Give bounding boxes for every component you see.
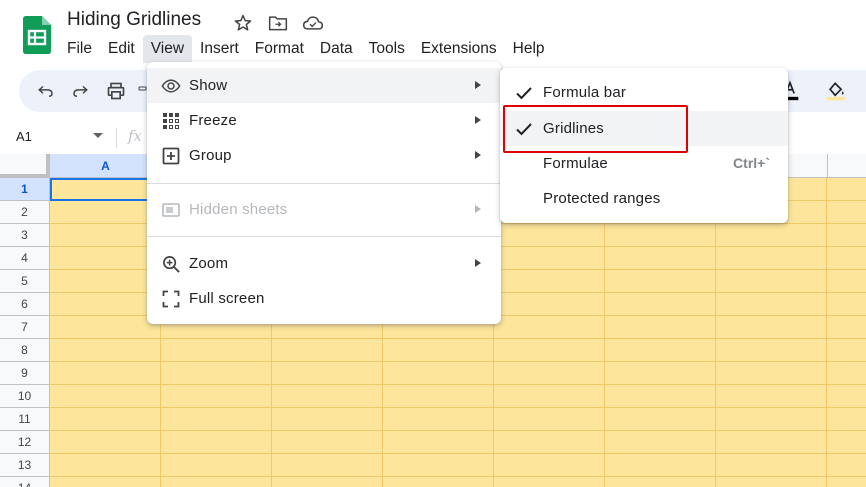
view-menu-hidden-sheets: Hidden sheets (147, 192, 501, 227)
undo-icon[interactable] (35, 80, 57, 102)
view-menu-zoom-label: Zoom (189, 255, 229, 272)
show-protected-ranges-label: Protected ranges (543, 190, 661, 207)
menu-divider (147, 183, 501, 184)
show-formula-bar-label: Formula bar (543, 84, 627, 101)
submenu-arrow-icon (475, 151, 481, 159)
check-icon (515, 85, 533, 101)
eye-icon (161, 76, 181, 96)
print-icon[interactable] (105, 80, 127, 102)
show-formulae-shortcut: Ctrl+` (733, 155, 770, 171)
view-menu-show-label: Show (189, 77, 228, 94)
row-header-6[interactable]: 6 (0, 293, 50, 316)
menu-extensions[interactable]: Extensions (413, 35, 505, 63)
view-menu-dropdown: Show Freeze Group Hidden sheets Zoom Ful… (147, 62, 501, 324)
star-icon[interactable] (232, 12, 254, 34)
row-header-7[interactable]: 7 (0, 316, 50, 339)
row-header-10[interactable]: 10 (0, 385, 50, 408)
name-box-value: A1 (16, 129, 32, 144)
view-menu-show[interactable]: Show (147, 68, 501, 103)
row-header-1[interactable]: 1 (0, 178, 50, 201)
sheets-logo-icon[interactable] (23, 16, 51, 54)
row-header-4[interactable]: 4 (0, 247, 50, 270)
view-menu-full-screen[interactable]: Full screen (147, 281, 501, 316)
row-header-11[interactable]: 11 (0, 408, 50, 431)
menu-divider (147, 236, 501, 237)
redo-icon[interactable] (69, 80, 91, 102)
hidden-sheet-icon (161, 200, 181, 220)
menu-help[interactable]: Help (505, 35, 553, 63)
view-menu-group[interactable]: Group (147, 138, 501, 173)
view-menu-hidden-sheets-label: Hidden sheets (189, 201, 288, 218)
row-header-8[interactable]: 8 (0, 339, 50, 362)
submenu-arrow-icon (475, 116, 481, 124)
view-menu-zoom[interactable]: Zoom (147, 246, 501, 281)
row-header-13[interactable]: 13 (0, 454, 50, 477)
select-all-corner[interactable] (0, 154, 50, 178)
document-title[interactable]: Hiding Gridlines (67, 9, 201, 31)
submenu-arrow-icon (475, 81, 481, 89)
submenu-arrow-icon (475, 259, 481, 267)
formula-divider (116, 128, 117, 148)
show-formulae-label: Formulae (543, 155, 608, 172)
menu-tools[interactable]: Tools (361, 35, 413, 63)
fill-color-icon[interactable] (825, 80, 847, 102)
freeze-grid-icon (161, 111, 181, 131)
row-header-5[interactable]: 5 (0, 270, 50, 293)
active-cell-a1[interactable] (50, 178, 162, 201)
show-protected-ranges[interactable]: Protected ranges (500, 181, 788, 216)
column-header-a[interactable]: A (50, 154, 162, 178)
row-header-12[interactable]: 12 (0, 431, 50, 454)
fx-icon: fx (128, 127, 143, 145)
fullscreen-icon (161, 289, 181, 309)
gridlines-highlight-annotation (503, 105, 688, 153)
view-menu-group-label: Group (189, 147, 232, 164)
view-menu-full-screen-label: Full screen (189, 290, 265, 307)
folder-move-icon[interactable] (267, 12, 289, 34)
chevron-down-icon[interactable] (93, 133, 103, 138)
view-menu-freeze-label: Freeze (189, 112, 237, 129)
view-menu-freeze[interactable]: Freeze (147, 103, 501, 138)
menu-data[interactable]: Data (312, 35, 361, 63)
row-header-9[interactable]: 9 (0, 362, 50, 385)
menu-file[interactable]: File (59, 35, 100, 63)
zoom-in-icon (161, 254, 181, 274)
row-header-14[interactable]: 14 (0, 477, 50, 487)
menu-format[interactable]: Format (247, 35, 312, 63)
cloud-saved-icon[interactable] (302, 12, 324, 34)
column-header[interactable] (828, 154, 866, 178)
menu-view[interactable]: View (142, 35, 193, 63)
row-header-2[interactable]: 2 (0, 201, 50, 224)
submenu-arrow-icon (475, 205, 481, 213)
row-header-3[interactable]: 3 (0, 224, 50, 247)
group-plus-icon (161, 146, 181, 166)
menubar: File Edit View Insert Format Data Tools … (59, 35, 553, 63)
name-box[interactable]: A1 (0, 122, 112, 152)
menu-edit[interactable]: Edit (100, 35, 143, 63)
menu-insert[interactable]: Insert (192, 35, 247, 63)
